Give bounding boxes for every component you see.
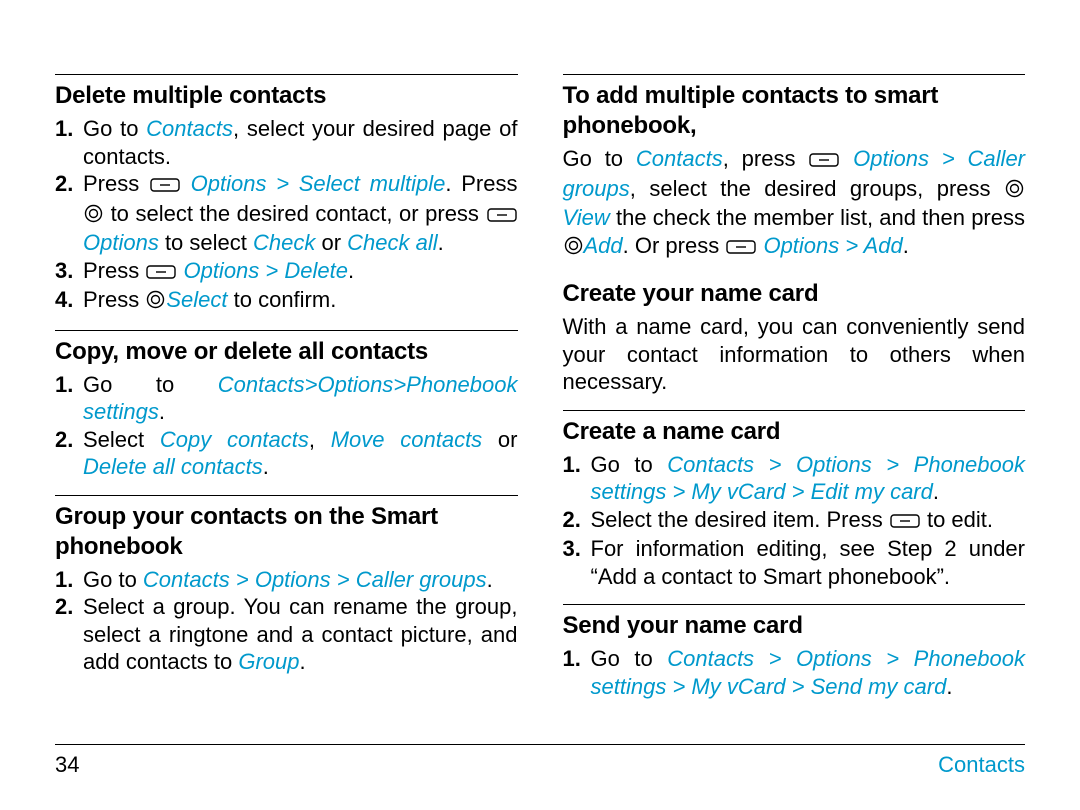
list-item: 1. Go to Contacts > Options > Phonebook …: [563, 451, 1026, 506]
list-item: 1. Go to Contacts>Options>Phonebook sett…: [55, 371, 518, 426]
list-create-name-card: 1. Go to Contacts > Options > Phonebook …: [563, 451, 1026, 591]
list-item: 3. Press Options > Delete.: [55, 257, 518, 287]
ring-icon: [84, 202, 103, 230]
list-group-contacts: 1. Go to Contacts > Options > Caller gro…: [55, 566, 518, 676]
list-delete-multiple: 1. Go to Contacts, select your desired p…: [55, 115, 518, 316]
page-body: Delete multiple contacts 1. Go to Contac…: [55, 60, 1025, 730]
heading-create-a-name-card: Create a name card: [563, 417, 1026, 447]
page-footer: 34 Contacts: [55, 744, 1025, 779]
softkey-icon: [726, 234, 756, 262]
heading-add-multiple-smart: To add multiple contacts to smart phoneb…: [563, 81, 1026, 141]
divider: [55, 74, 518, 75]
heading-group-contacts: Group your contacts on the Smart phonebo…: [55, 502, 518, 562]
heading-copy-move-delete: Copy, move or delete all contacts: [55, 337, 518, 367]
divider: [563, 410, 1026, 411]
list-item: 2. Select the desired item. Press to edi…: [563, 506, 1026, 536]
heading-create-your-name-card: Create your name card: [563, 279, 1026, 309]
softkey-icon: [150, 172, 180, 200]
right-column: To add multiple contacts to smart phoneb…: [563, 60, 1026, 730]
softkey-icon: [146, 259, 176, 287]
list-item: 1. Go to Contacts, select your desired p…: [55, 115, 518, 170]
list-item: 4. Press Select to confirm.: [55, 286, 518, 316]
softkey-icon: [809, 147, 839, 175]
divider: [563, 74, 1026, 75]
list-item: 1. Go to Contacts > Options > Caller gro…: [55, 566, 518, 594]
list-item: 3. For information editing, see Step 2 u…: [563, 535, 1026, 590]
softkey-icon: [487, 202, 517, 230]
heading-send-name-card: Send your name card: [563, 611, 1026, 641]
list-send-name-card: 1. Go to Contacts > Options > Phonebook …: [563, 645, 1026, 700]
list-copy-move-delete: 1. Go to Contacts>Options>Phonebook sett…: [55, 371, 518, 481]
list-item: 1. Go to Contacts > Options > Phonebook …: [563, 645, 1026, 700]
heading-delete-multiple: Delete multiple contacts: [55, 81, 518, 111]
footer-section-label: Contacts: [938, 751, 1025, 779]
footer-divider: [55, 744, 1025, 745]
left-column: Delete multiple contacts 1. Go to Contac…: [55, 60, 518, 730]
divider: [55, 330, 518, 331]
divider: [55, 495, 518, 496]
list-item: 2. Press Options > Select multiple. Pres…: [55, 170, 518, 257]
paragraph-add-multiple: Go to Contacts, press Options > Caller g…: [563, 145, 1026, 261]
ring-icon: [146, 288, 165, 316]
ring-icon: [1005, 177, 1024, 205]
list-item: 2. Select a group. You can rename the gr…: [55, 593, 518, 676]
softkey-icon: [890, 508, 920, 536]
divider: [563, 604, 1026, 605]
paragraph-name-card-intro: With a name card, you can conveniently s…: [563, 313, 1026, 396]
ring-icon: [564, 234, 583, 262]
list-item: 2. Select Copy contacts, Move contacts o…: [55, 426, 518, 481]
page-number: 34: [55, 751, 79, 779]
